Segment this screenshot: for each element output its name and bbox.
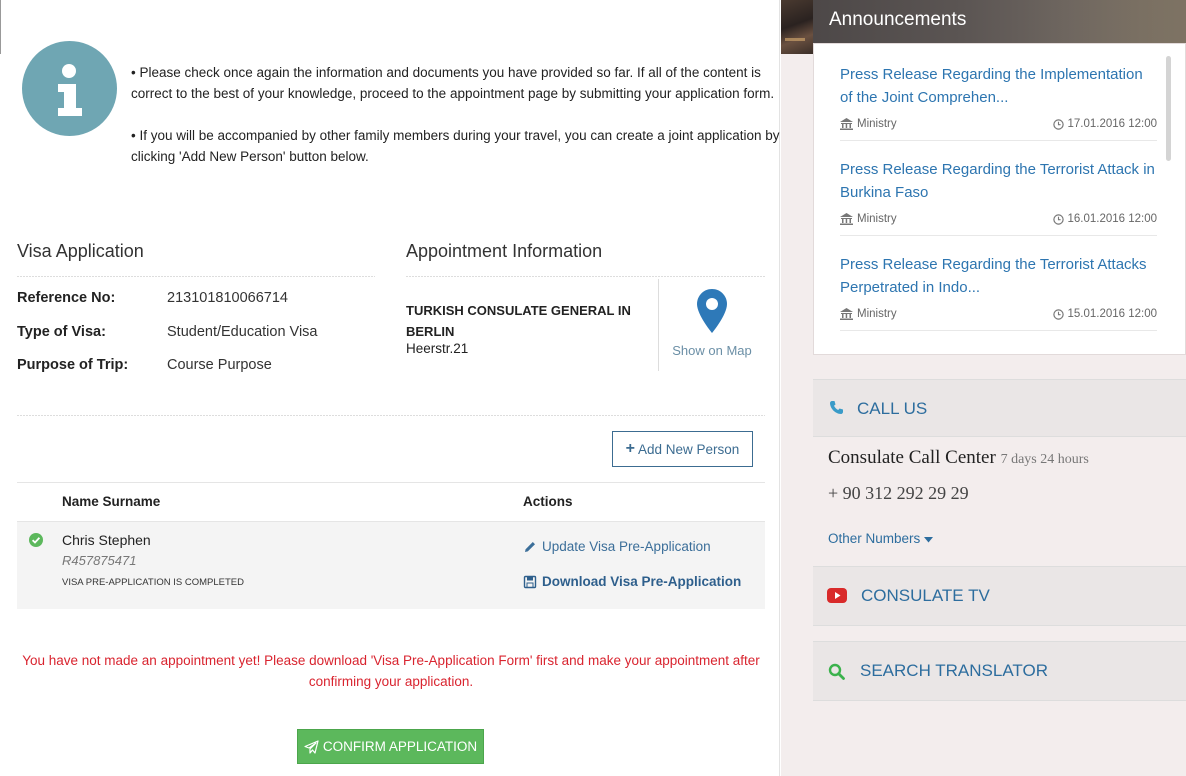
confirm-application-button[interactable]: CONFIRM APPLICATION (297, 729, 484, 764)
call-center-number: + 90 312 292 29 29 (828, 483, 969, 503)
call-us-label: CALL US (857, 399, 928, 418)
person-name: Chris Stephen (62, 532, 151, 548)
announcement-source: Ministry (840, 118, 897, 130)
list-item: Press Release Regarding the Implementati… (840, 46, 1157, 141)
visa-type-label: Type of Visa: (17, 324, 106, 340)
main-content: • Please check once again the informatio… (0, 0, 780, 776)
window-edge (0, 0, 1, 54)
consulate-tv-label: CONSULATE TV (861, 586, 990, 605)
announcement-source-label: Ministry (857, 118, 897, 130)
call-us-panel[interactable]: CALL US (813, 379, 1186, 437)
announcement-title-link[interactable]: Press Release Regarding the Terrorist At… (840, 158, 1157, 204)
call-center-hours: 7 days 24 hours (1000, 452, 1089, 467)
paper-plane-icon (304, 739, 319, 754)
info-paragraph-1: • Please check once again the informatio… (131, 65, 775, 101)
caret-down-icon (924, 537, 934, 543)
other-numbers-label: Other Numbers (828, 531, 921, 546)
table-row: Chris Stephen R457875471 Visa pre-applic… (17, 522, 765, 609)
announcements-header: Announcements (813, 0, 1186, 43)
search-icon (828, 663, 845, 680)
plus-icon: + (625, 440, 636, 457)
map-pin-icon (697, 289, 727, 333)
announcements-list: Press Release Regarding the Implementati… (813, 43, 1186, 355)
info-message: • Please check once again the informatio… (131, 62, 781, 167)
reference-value: 213101810066714 (167, 290, 288, 306)
announcement-date: 17.01.2016 12:00 (1053, 118, 1157, 130)
show-on-map-label: Show on Map (672, 343, 752, 358)
announcement-date: 15.01.2016 12:00 (1053, 308, 1157, 320)
confirm-application-label: CONFIRM APPLICATION (322, 739, 478, 754)
announcement-title-link[interactable]: Press Release Regarding the Terrorist At… (840, 253, 1157, 299)
visa-section-divider (17, 276, 375, 277)
announcement-date-label: 17.01.2016 12:00 (1067, 118, 1157, 130)
purpose-value: Course Purpose (167, 357, 272, 373)
youtube-icon (827, 588, 847, 603)
sidebar: Announcements Press Release Regarding th… (781, 0, 1186, 776)
announcement-title-link[interactable]: Press Release Regarding the Implementati… (840, 63, 1157, 109)
announcements-title: Announcements (829, 9, 967, 30)
announcement-source-label: Ministry (857, 213, 897, 225)
consulate-tv-panel[interactable]: CONSULATE TV (813, 566, 1186, 626)
person-passport: R457875471 (62, 553, 137, 568)
building-icon (840, 118, 853, 130)
announcement-source-label: Ministry (857, 308, 897, 320)
floppy-disk-icon (523, 575, 537, 588)
update-pre-application-link[interactable]: Update Visa Pre-Application (523, 539, 711, 554)
visa-section-title: Visa Application (17, 241, 144, 261)
consulate-name: TURKISH CONSULATE GENERAL IN BERLIN (406, 303, 631, 339)
show-on-map-button[interactable]: Show on Map (658, 279, 764, 371)
announcement-date-label: 15.01.2016 12:00 (1067, 308, 1157, 320)
reference-label: Reference No: (17, 290, 116, 306)
download-pre-application-link[interactable]: Download Visa Pre-Application (523, 574, 741, 589)
other-numbers-dropdown[interactable]: Other Numbers (828, 531, 934, 546)
phone-icon (830, 401, 843, 414)
announcement-date-label: 16.01.2016 12:00 (1067, 213, 1157, 225)
info-paragraph-2: • If you will be accompanied by other fa… (131, 128, 780, 164)
building-icon (840, 213, 853, 225)
appointment-warning: You have not made an appointment yet! Pl… (22, 653, 760, 689)
column-actions: Actions (523, 494, 573, 509)
announcement-source: Ministry (840, 308, 897, 320)
search-translator-panel[interactable]: SEARCH TRANSLATOR (813, 641, 1186, 701)
clock-icon (1053, 213, 1065, 225)
add-new-person-button[interactable]: + Add New Person (612, 431, 753, 467)
visa-type-value: Student/Education Visa (167, 324, 318, 340)
list-item: Press Release Regarding the Terrorist At… (840, 236, 1157, 331)
announcement-date: 16.01.2016 12:00 (1053, 213, 1157, 225)
call-center-title: Consulate Call Center (828, 447, 996, 468)
building-icon (840, 308, 853, 320)
section-divider (17, 415, 765, 416)
check-circle-icon (29, 533, 43, 547)
announcement-source: Ministry (840, 213, 897, 225)
download-pre-application-label: Download Visa Pre-Application (542, 574, 742, 589)
update-pre-application-label: Update Visa Pre-Application (542, 539, 711, 554)
header-photo (781, 0, 813, 54)
search-translator-label: SEARCH TRANSLATOR (860, 661, 1048, 680)
column-name-surname: Name Surname (62, 494, 161, 509)
appointment-section-title: Appointment Information (406, 241, 603, 261)
announcements-scrollbar[interactable] (1166, 56, 1171, 161)
pre-application-status: Visa pre-application is completed (62, 577, 244, 588)
info-icon (22, 41, 117, 136)
clock-icon (1053, 308, 1065, 320)
add-new-person-label: Add New Person (638, 441, 740, 457)
applicants-table-header: Name Surname Actions (17, 482, 765, 522)
call-center-heading: Consulate Call Center 7 days 24 hours (828, 447, 1089, 469)
pencil-icon (525, 541, 535, 552)
consulate-address: Heerstr.21 (406, 341, 469, 356)
clock-icon (1053, 118, 1065, 130)
list-item: Press Release Regarding the Terrorist At… (840, 141, 1157, 236)
appointment-section-divider (406, 276, 765, 277)
purpose-label: Purpose of Trip: (17, 357, 129, 373)
